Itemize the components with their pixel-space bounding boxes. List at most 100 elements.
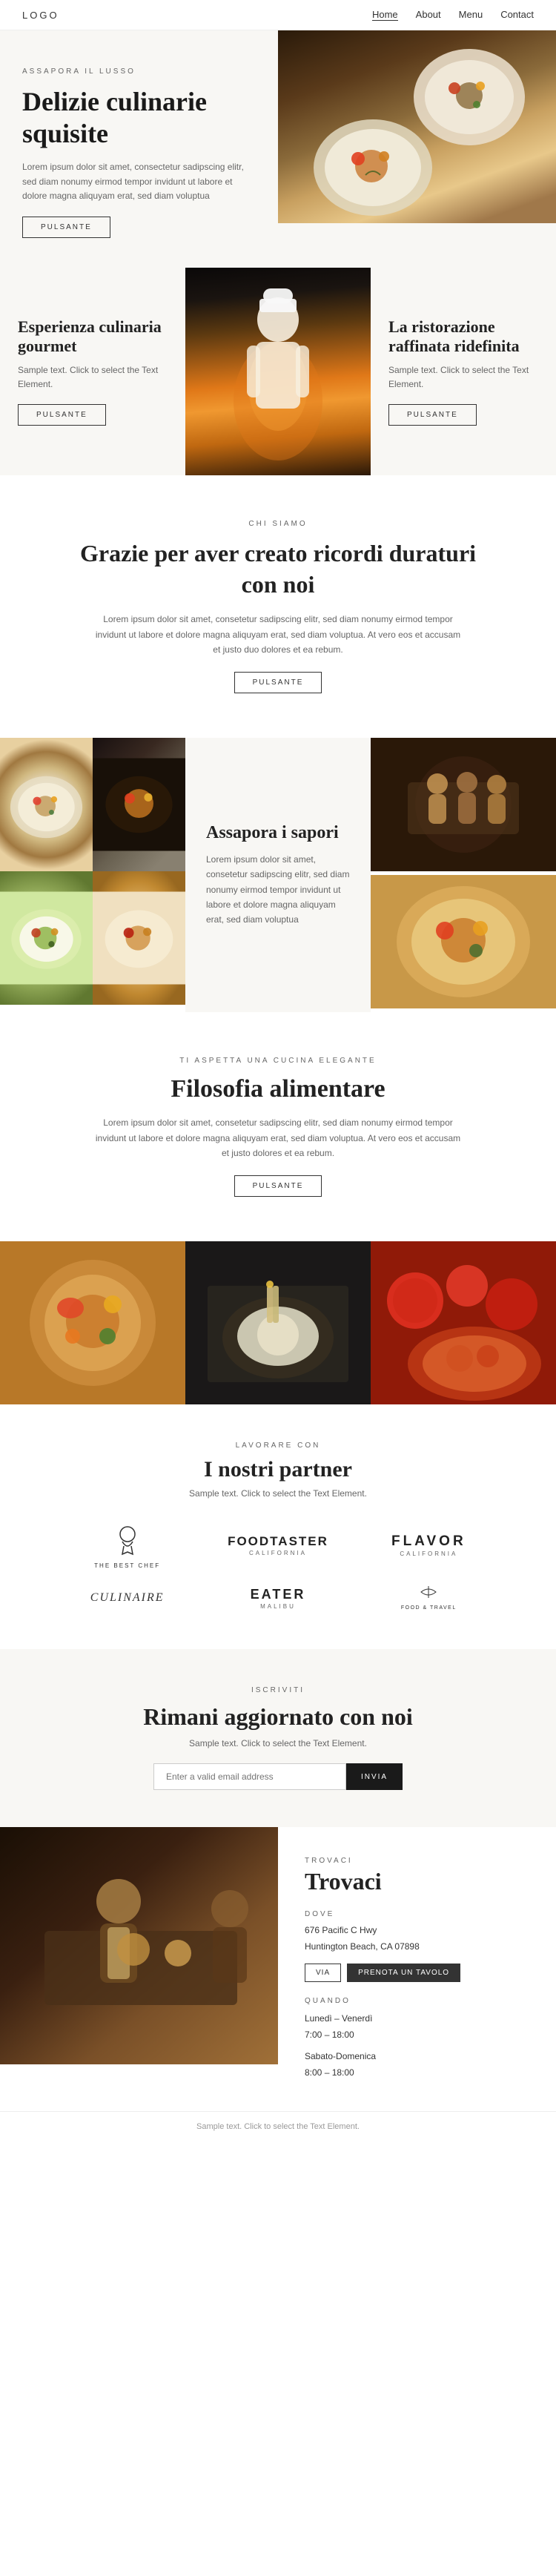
hours1-label: Lunedì – Venerdì [305, 2013, 372, 2024]
food-tile-4 [93, 871, 185, 1005]
assapora-right-images [371, 738, 556, 1012]
best-chef-icon [109, 1521, 146, 1558]
hero-body: Lorem ipsum dolor sit amet, consectetur … [22, 160, 256, 203]
trovaci-svg [0, 1827, 278, 2064]
food-tile-2-svg [93, 738, 185, 871]
nav-links: Home About Menu Contact [372, 9, 534, 21]
iscriviti-button[interactable]: INVIA [346, 1763, 403, 1790]
nav-menu[interactable]: Menu [459, 9, 483, 21]
food-tile-2 [93, 738, 185, 871]
chi-siamo-body: Lorem ipsum dolor sit amet, consetetur s… [93, 612, 463, 657]
eater-name: EATER [251, 1586, 306, 1603]
raffinata-block: La ristorazione raffinata ridefinita Sam… [371, 268, 556, 475]
trovaci-address: 676 Pacific C Hwy Huntington Beach, CA 0… [305, 1923, 529, 1955]
assapora-right-bottom [371, 875, 556, 1012]
hours1-time: 7:00 – 18:00 [305, 2030, 354, 2040]
esperienza-block: Esperienza culinaria gourmet Sample text… [0, 268, 185, 475]
iscriviti-overline: ISCRIVITI [59, 1686, 497, 1694]
nav-home[interactable]: Home [372, 9, 398, 21]
eater-sub: Malibu [251, 1603, 306, 1611]
food-tile-4-svg [93, 871, 185, 1005]
prenota-button[interactable]: PRENOTA UN TAVOLO [347, 1964, 460, 1982]
food-row-img-2 [185, 1241, 371, 1408]
partner-title: I nostri partner [30, 1457, 526, 1482]
quando-label: QUANDO [305, 1997, 529, 2005]
partner-logo-foodtaster: FOODTASTER CALIFORNIA [228, 1533, 328, 1557]
raffinata-button[interactable]: PULSANTE [388, 404, 477, 426]
assapora-right-bot-svg [371, 875, 556, 1008]
partner-logo-eater: EATER Malibu [251, 1586, 306, 1611]
via-button[interactable]: VIA [305, 1964, 341, 1982]
filosofia-button[interactable]: PULSANTE [234, 1175, 322, 1197]
section2: Esperienza culinaria gourmet Sample text… [0, 268, 556, 475]
flavor-sub: CALIFORNIA [391, 1550, 466, 1558]
chi-siamo-button[interactable]: PULSANTE [234, 672, 322, 693]
food-row-section [0, 1241, 556, 1404]
partner-overline: LAVORARE CON [30, 1441, 526, 1450]
email-form: INVIA [59, 1763, 497, 1790]
hero-button[interactable]: PULSANTE [22, 217, 110, 238]
nav-contact[interactable]: Contact [500, 9, 534, 21]
trovaci-buttons: VIA PRENOTA UN TAVOLO [305, 1964, 529, 1982]
trovaci-image [0, 1827, 278, 2111]
food-row-2-svg [185, 1241, 371, 1404]
nav-about[interactable]: About [416, 9, 441, 21]
trovaci-label: TROVACI [305, 1857, 529, 1865]
filosofia-section: TI ASPETTA UNA CUCINA ELEGANTE Filosofia… [0, 1012, 556, 1241]
food-tile-1-svg [0, 738, 93, 871]
foodtaster-name: FOODTASTER [228, 1533, 328, 1550]
assapora-section: Assapora i sapori Lorem ipsum dolor sit … [0, 738, 556, 1012]
food-tile-1 [0, 738, 93, 871]
hours2-label: Sabato-Domenica [305, 2051, 376, 2061]
hero-text-block: ASSAPORA IL LUSSO Delizie culinarie squi… [0, 30, 278, 268]
trovaci-info: TROVACI Trovaci DOVE 676 Pacific C Hwy H… [278, 1827, 556, 2111]
logo: logo [22, 10, 59, 21]
partner-section: LAVORARE CON I nostri partner Sample tex… [0, 1404, 556, 1649]
trovaci-hours: Lunedì – Venerdì 7:00 – 18:00 Sabato-Dom… [305, 2011, 529, 2081]
culinaire-name: Culinaire [90, 1591, 165, 1604]
iscriviti-body: Sample text. Click to select the Text El… [59, 1738, 497, 1748]
foodtaster-sub: CALIFORNIA [228, 1550, 328, 1557]
trovaci-title: Trovaci [305, 1868, 529, 1895]
chi-siamo-section: CHI SIAMO Grazie per aver creato ricordi… [0, 475, 556, 738]
hero-food-svg [291, 30, 543, 223]
email-input[interactable] [153, 1763, 346, 1790]
best-chef-label: THE BEST CHEF [94, 1562, 160, 1570]
chef-image [185, 268, 371, 475]
food-tile-3-svg [0, 871, 93, 1005]
hero-section: ASSAPORA IL LUSSO Delizie culinarie squi… [0, 30, 556, 268]
raffinata-body: Sample text. Click to select the Text El… [388, 363, 538, 392]
food-tiles-left [0, 738, 185, 1012]
assapora-title: Assapora i sapori [206, 823, 350, 843]
partner-logo-best-chef: THE BEST CHEF [94, 1521, 160, 1569]
flavor-name: FLAVOR [391, 1533, 466, 1551]
partner-logo-food-travel: FOOD & TRAVEL [401, 1585, 457, 1612]
navigation: logo Home About Menu Contact [0, 0, 556, 30]
assapora-body: Lorem ipsum dolor sit amet, consetetur s… [206, 852, 350, 928]
esperienza-title: Esperienza culinaria gourmet [18, 317, 168, 356]
iscriviti-section: ISCRIVITI Rimani aggiornato con noi Samp… [0, 1649, 556, 1827]
chi-siamo-overline: CHI SIAMO [59, 520, 497, 528]
hero-image [278, 30, 556, 223]
partner-logo-flavor: FLAVOR CALIFORNIA [391, 1533, 466, 1559]
partner-body: Sample text. Click to select the Text El… [30, 1488, 526, 1499]
footer: Sample text. Click to select the Text El… [0, 2111, 556, 2141]
footer-text: Sample text. Click to select the Text El… [22, 2122, 534, 2131]
filosofia-title: Filosofia alimentare [59, 1075, 497, 1103]
partner-logo-culinaire: Culinaire [90, 1591, 165, 1606]
dove-label: DOVE [305, 1910, 529, 1918]
chi-siamo-title: Grazie per aver creato ricordi duraturi … [59, 538, 497, 600]
food-row-img-1 [0, 1241, 185, 1408]
chef-svg [204, 268, 352, 475]
food-travel-icon [417, 1585, 440, 1599]
esperienza-button[interactable]: PULSANTE [18, 404, 106, 426]
food-row-1-svg [0, 1241, 185, 1404]
food-travel-name: FOOD & TRAVEL [401, 1605, 457, 1612]
esperienza-body: Sample text. Click to select the Text El… [18, 363, 168, 392]
partner-logos-grid: THE BEST CHEF FOODTASTER CALIFORNIA FLAV… [63, 1521, 493, 1612]
assapora-right-top [371, 738, 556, 875]
hours2-time: 8:00 – 18:00 [305, 2067, 354, 2078]
food-row-3-svg [371, 1241, 556, 1404]
hero-overline: ASSAPORA IL LUSSO [22, 67, 256, 76]
filosofia-body: Lorem ipsum dolor sit amet, consetetur s… [93, 1115, 463, 1160]
